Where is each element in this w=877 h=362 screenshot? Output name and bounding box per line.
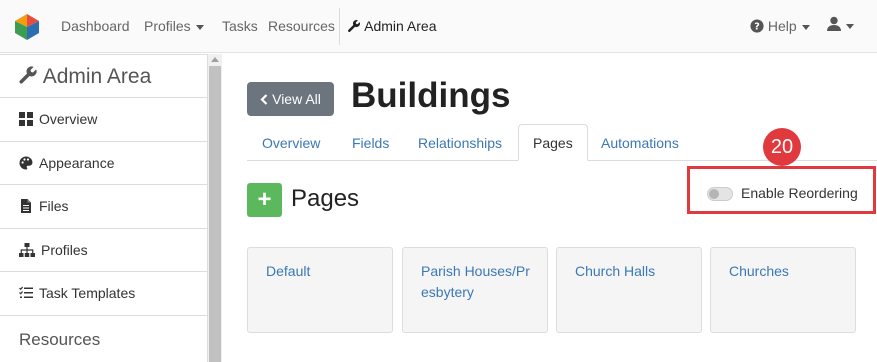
palette-icon (19, 155, 33, 169)
reorder-toggle[interactable] (707, 187, 733, 201)
annotation-badge: 20 (763, 128, 801, 166)
nav-profiles[interactable]: Profiles (144, 18, 204, 34)
tasks-icon (19, 286, 33, 298)
tab-relationships[interactable]: Relationships (418, 135, 502, 151)
user-menu[interactable] (827, 16, 854, 33)
nav-dashboard[interactable]: Dashboard (61, 18, 130, 34)
sidebar-title: Admin Area (0, 54, 207, 98)
svg-text:?: ? (754, 22, 760, 33)
page-card-church-halls[interactable]: Church Halls (556, 247, 702, 333)
chevron-down-icon (846, 23, 854, 29)
sidebar-item-label: Task Templates (39, 285, 136, 301)
nav-tasks[interactable]: Tasks (222, 18, 258, 34)
page-card-parish-houses[interactable]: Parish Houses/Presbytery (402, 247, 548, 333)
sidebar-scrollbar-thumb[interactable] (209, 66, 221, 362)
reorder-toggle-label[interactable]: Enable Reordering (741, 185, 858, 201)
sidebar-item-label: Appearance (39, 154, 115, 171)
tab-pages[interactable]: Pages (518, 124, 588, 161)
page-card-churches[interactable]: Churches (710, 247, 856, 333)
nav-admin-area[interactable]: Admin Area (347, 18, 437, 34)
sidebar-item-files[interactable]: Files (0, 185, 207, 229)
nav-resources[interactable]: Resources (268, 18, 335, 34)
sidebar-item-label: Files (39, 198, 69, 214)
view-all-button[interactable]: View All (247, 82, 334, 116)
page-card-label: Default (266, 263, 311, 279)
sidebar-item-appearance[interactable]: Appearance (0, 142, 207, 185)
sidebar-section-resources: Resources (19, 329, 101, 349)
sidebar-item-label: Overview (39, 111, 98, 127)
wrench-icon (19, 66, 37, 84)
chevron-down-icon (801, 24, 810, 30)
chevron-left-icon (260, 93, 268, 105)
help-label: Help (767, 18, 797, 34)
file-icon (21, 199, 31, 213)
nav-profiles-label: Profiles (144, 18, 191, 34)
page-card-default[interactable]: Default (247, 247, 393, 333)
add-page-button[interactable]: + (247, 183, 282, 217)
sitemap-icon (19, 242, 35, 257)
tab-automations[interactable]: Automations (601, 135, 679, 151)
sidebar-item-task-templates[interactable]: Task Templates (0, 272, 207, 316)
page-card-label: Churches (729, 263, 789, 279)
toggle-knob (709, 189, 719, 199)
help-menu[interactable]: ? Help (750, 18, 810, 34)
page-title: Buildings (351, 76, 511, 115)
chevron-down-icon (195, 24, 204, 30)
nav-admin-area-label: Admin Area (364, 18, 437, 34)
tab-fields[interactable]: Fields (352, 135, 389, 151)
tab-overview[interactable]: Overview (262, 135, 320, 151)
nav-divider (339, 8, 340, 45)
sidebar-item-profiles[interactable]: Profiles (0, 229, 207, 272)
scroll-up-arrow-icon[interactable] (211, 57, 219, 62)
app-logo-icon[interactable] (13, 13, 41, 41)
view-all-label: View All (272, 91, 321, 107)
user-icon (827, 16, 841, 31)
question-circle-icon: ? (750, 19, 764, 33)
wrench-icon (348, 19, 361, 32)
sidebar-item-overview[interactable]: Overview (0, 98, 207, 142)
admin-sidebar: Admin Area Overview Appearance Files Pro… (0, 54, 208, 362)
page-card-label: Church Halls (575, 263, 656, 279)
sidebar-title-label: Admin Area (42, 65, 152, 88)
th-large-icon (19, 112, 33, 126)
section-title: Pages (291, 185, 360, 212)
page-card-label: Parish Houses/Presbytery (421, 263, 530, 300)
top-navbar: Dashboard Profiles Tasks Resources Admin… (0, 0, 877, 53)
sidebar-item-label: Profiles (41, 241, 88, 258)
